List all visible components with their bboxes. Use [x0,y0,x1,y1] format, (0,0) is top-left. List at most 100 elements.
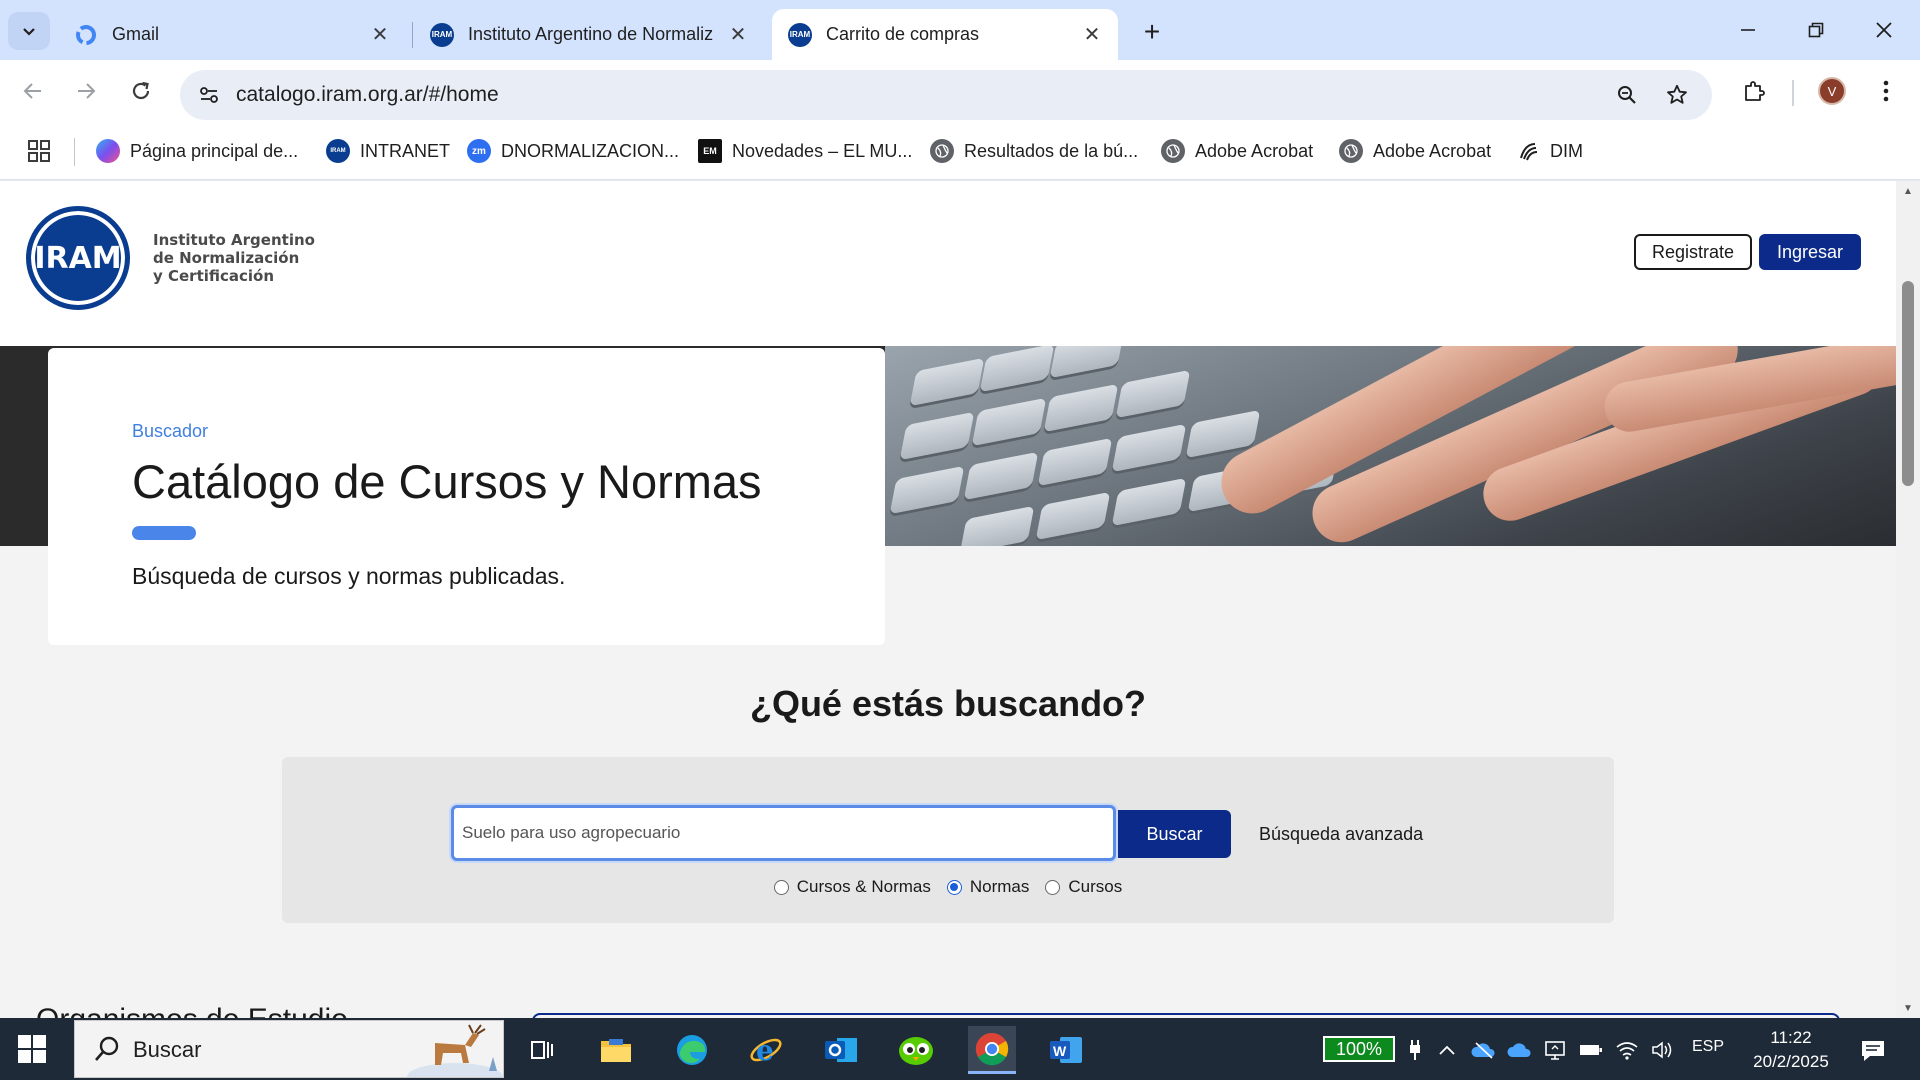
google-icon [74,23,98,47]
power-plug-icon[interactable] [1402,1037,1428,1063]
clock-date: 20/2/2025 [1753,1052,1829,1071]
address-bar[interactable]: catalogo.iram.org.ar/#/home [180,70,1712,120]
bookmark-dim[interactable]: DIM [1516,136,1583,166]
url-text[interactable]: catalogo.iram.org.ar/#/home [236,83,499,107]
tab-search-button[interactable] [8,12,50,50]
tab-gmail[interactable]: Gmail ✕ [58,9,406,60]
logo-caption-line: de Normalización [153,249,300,267]
zoom-icon: zm [467,139,491,163]
word-button[interactable]: W [1042,1026,1090,1074]
svg-text:e: e [756,1034,774,1067]
apps-grid-icon[interactable] [26,138,52,164]
restore-icon [1808,22,1824,38]
internet-explorer-icon: e [750,1034,782,1067]
radio-cursos-normas[interactable]: Cursos & Normas [773,877,931,897]
hero-subtitle: Búsqueda de cursos y normas publicadas. [132,563,566,589]
bookmark-star-icon[interactable] [1660,78,1694,112]
scroll-down-arrow-icon[interactable]: ▼ [1902,1002,1914,1014]
edge-button[interactable] [668,1026,716,1074]
tab-carrito[interactable]: IRAM Carrito de compras ✕ [772,9,1118,60]
wifi-icon[interactable] [1614,1037,1640,1063]
site-settings-icon[interactable] [192,78,226,112]
radio-cursos[interactable]: Cursos [1045,877,1122,897]
bookmark-novedades[interactable]: EM Novedades – EL MU... [698,136,912,166]
svg-text:W: W [1053,1043,1067,1059]
volume-icon[interactable] [1650,1037,1676,1063]
radio-label: Cursos [1068,877,1123,896]
logo-text: IRAM [34,240,122,276]
iram-favicon: IRAM [430,22,454,47]
keyboard-photo [885,346,1896,546]
taskbar-search-box[interactable]: Buscar [74,1020,504,1078]
duolingo-button[interactable] [892,1026,940,1074]
radio-button[interactable] [773,879,789,895]
bookmark-label: DIM [1550,140,1583,161]
search-button[interactable]: Buscar [1118,810,1231,858]
chevron-up-icon[interactable] [1434,1037,1460,1063]
file-explorer-button[interactable] [592,1026,640,1074]
chrome-button[interactable] [968,1026,1016,1074]
bookmark-pagina-principal[interactable]: Página principal de... [96,136,298,166]
page-scrollbar[interactable]: ▲ ▼ [1896,181,1920,1018]
onedrive-icon[interactable] [1506,1037,1532,1063]
internet-explorer-button[interactable]: e [742,1026,790,1074]
iram-logo[interactable]: IRAM [26,206,130,310]
dim-icon [1516,139,1540,163]
reload-button[interactable] [123,73,159,109]
profile-button[interactable]: V [1814,73,1850,109]
battery-icon[interactable] [1578,1037,1604,1063]
windows-start-icon[interactable] [18,1035,46,1063]
scroll-up-arrow-icon[interactable]: ▲ [1902,185,1914,197]
remote-desktop-icon[interactable] [1542,1037,1568,1063]
bookmark-label: Adobe Acrobat [1373,140,1492,161]
radio-label: Cursos & Normas [796,877,931,896]
minimize-button[interactable] [1715,8,1781,52]
kebab-menu-icon [1883,80,1889,102]
restore-button[interactable] [1783,8,1849,52]
scroll-thumb[interactable] [1902,281,1914,486]
page-viewport: IRAM Instituto Argentino de Normalizació… [0,181,1920,1018]
system-clock[interactable]: 11:22 20/2/2025 [1736,1026,1846,1074]
tab-title: Carrito de compras [826,24,980,44]
close-window-button[interactable] [1851,8,1917,52]
windows-taskbar: Buscar e W 100% ESP 11:22 20/2/2025 [0,1018,1920,1080]
hero-kicker: Buscador [132,421,209,441]
arrow-left-icon [23,83,41,99]
advanced-search-link[interactable]: Búsqueda avanzada [1259,824,1423,845]
minimize-icon [1741,29,1755,31]
search-input[interactable]: Suelo para uso agropecuario [451,805,1116,861]
onedrive-sync-icon[interactable] [1470,1037,1496,1063]
bookmark-label: Adobe Acrobat [1195,140,1314,161]
new-tab-button[interactable]: + [1136,16,1168,48]
bookmark-resultados[interactable]: Resultados de la bú... [930,136,1138,166]
outlook-button[interactable] [817,1026,865,1074]
page-title: Catálogo de Cursos y Normas [132,455,762,508]
back-button[interactable] [15,73,51,109]
bookmark-dnormalizacion[interactable]: zm DNORMALIZACION... [467,136,679,166]
puzzle-icon [1745,81,1765,101]
bookmark-intranet[interactable]: IRAM INTRANET [326,136,450,166]
logo-caption-line: y Certificación [153,267,275,285]
bookmark-adobe-acrobat-1[interactable]: Adobe Acrobat [1161,136,1313,166]
logo-caption-line: Instituto Argentino [153,231,315,249]
radio-button[interactable] [1045,879,1061,895]
title-accent-bar [132,526,196,540]
close-icon[interactable]: ✕ [726,23,750,47]
zoom-icon[interactable] [1610,78,1644,112]
battery-percentage: 100% [1323,1036,1395,1062]
close-icon[interactable]: ✕ [368,23,392,47]
radio-button[interactable] [946,879,962,895]
register-button[interactable]: Registrate [1634,234,1752,270]
radio-normas[interactable]: Normas [946,877,1029,897]
task-view-button[interactable] [518,1026,566,1074]
notifications-icon[interactable] [1858,1036,1888,1066]
tab-iram[interactable]: IRAM Instituto Argentino de Normaliz ✕ [414,9,764,60]
bookmark-adobe-acrobat-2[interactable]: Adobe Acrobat [1339,136,1491,166]
login-button[interactable]: Ingresar [1759,234,1861,270]
bookmark-label: DNORMALIZACION... [501,140,680,161]
extensions-button[interactable] [1736,73,1772,109]
close-icon[interactable]: ✕ [1080,23,1104,47]
browser-menu-button[interactable] [1868,73,1904,109]
forward-button[interactable] [68,73,104,109]
input-language-indicator[interactable]: ESP [1692,1038,1724,1056]
